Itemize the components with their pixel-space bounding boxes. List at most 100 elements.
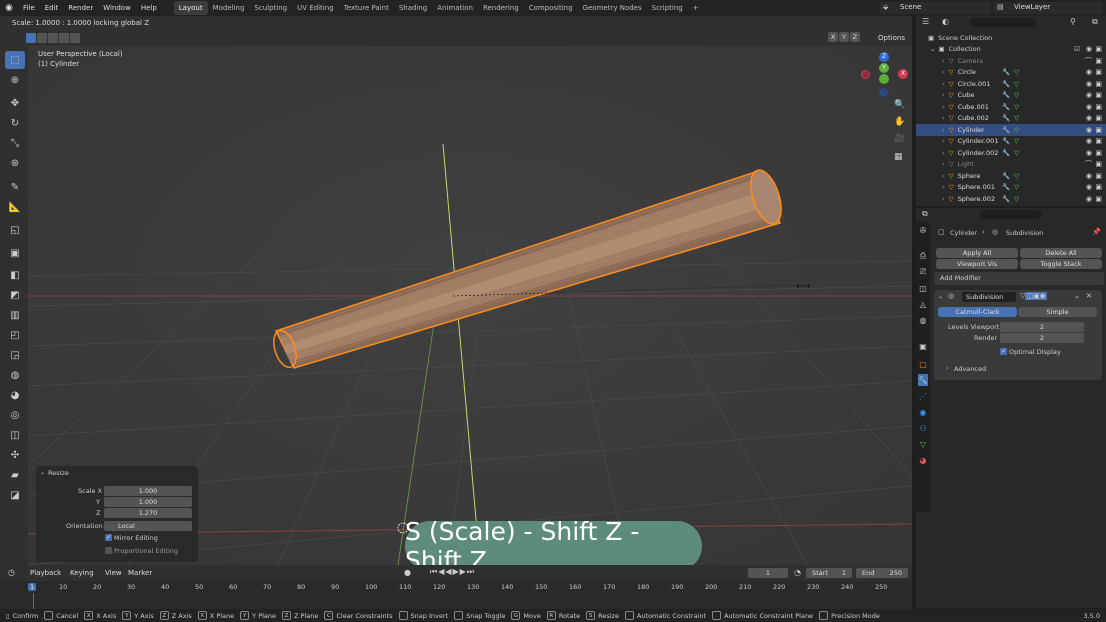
outliner-item[interactable]: › ▽ Cube.002 🔧 ▽ ◉ ▣: [916, 113, 1106, 125]
cursor-tool-icon[interactable]: ⊕: [5, 71, 25, 89]
loop-cut-tool-icon[interactable]: ▥: [5, 306, 25, 324]
outliner-item[interactable]: › ▽ Light ⌒ ▣: [916, 159, 1106, 171]
eye-icon[interactable]: ◉: [1086, 80, 1092, 88]
eye-icon[interactable]: ◉: [1086, 137, 1092, 145]
inset-tool-icon[interactable]: ◧: [5, 266, 25, 284]
outliner-item[interactable]: › ▽ Cylinder.001 🔧 ▽ ◉ ▣: [916, 136, 1106, 148]
modifier-icon[interactable]: 🔧: [1002, 114, 1010, 122]
ortho-grid-icon[interactable]: ▦: [894, 152, 903, 162]
scale-x-field[interactable]: 1.000: [104, 486, 192, 496]
mesh-data-icon[interactable]: ▽: [1014, 137, 1019, 145]
mesh-data-icon[interactable]: ▽: [1014, 114, 1019, 122]
gizmo-neg-x-icon[interactable]: [861, 70, 870, 79]
outliner-search-input[interactable]: [970, 18, 1036, 27]
particles-tab-icon[interactable]: ⋰: [918, 390, 928, 402]
constraints-tab-icon[interactable]: ⚇: [918, 422, 928, 434]
tab-sculpting[interactable]: Sculpting: [249, 1, 292, 15]
add-modifier-dropdown[interactable]: Add Modifier: [934, 272, 1104, 285]
mesh-data-icon[interactable]: ▽: [1014, 68, 1019, 76]
camera-icon[interactable]: ▣: [1095, 103, 1102, 111]
camera-icon[interactable]: ▣: [1095, 160, 1102, 168]
advanced-label[interactable]: Advanced: [954, 365, 986, 373]
modifier-icon[interactable]: 🔧: [1002, 103, 1010, 111]
frame-ruler[interactable]: 1 10 20 30 40 50 60 70 80 90 100 110 120 130 140 150 160…: [0, 581, 912, 609]
edge-slide-tool-icon[interactable]: ◎: [5, 406, 25, 424]
rip-tool-icon[interactable]: ▰: [5, 466, 25, 484]
record-button[interactable]: ●: [404, 568, 411, 577]
smooth-tool-icon[interactable]: ◕: [5, 386, 25, 404]
add-workspace-button[interactable]: +: [688, 1, 704, 15]
render-tab-icon[interactable]: ⎙: [918, 250, 928, 262]
tab-animation[interactable]: Animation: [432, 1, 478, 15]
camera-icon[interactable]: ▣: [1095, 126, 1102, 134]
toggle-stack-button[interactable]: Toggle Stack: [1020, 259, 1102, 269]
output-tab-icon[interactable]: ⎚: [918, 266, 928, 278]
properties-search-input[interactable]: [980, 210, 1042, 219]
tab-scripting[interactable]: Scripting: [647, 1, 688, 15]
mesh-data-icon[interactable]: ▽: [1014, 195, 1019, 203]
extrude-tool-icon[interactable]: ▣: [5, 244, 25, 262]
modifier-icon[interactable]: 🔧: [1002, 149, 1010, 157]
outliner-item[interactable]: › ▽ Circle.001 🔧 ▽ ◉ ▣: [916, 78, 1106, 90]
menu-edit[interactable]: Edit: [40, 0, 64, 16]
bevel-tool-icon[interactable]: ◩: [5, 286, 25, 304]
eye-icon[interactable]: ◉: [1086, 45, 1092, 53]
current-frame-field[interactable]: 1: [748, 568, 788, 578]
expand-icon[interactable]: ›: [942, 172, 945, 180]
modifier-tab-icon[interactable]: 🔧: [918, 374, 928, 386]
properties-editor-icon[interactable]: ⧉: [922, 209, 928, 219]
outliner-item[interactable]: › ▽ Cube.001 🔧 ▽ ◉ ▣: [916, 101, 1106, 113]
select-mode-buttons[interactable]: [26, 33, 80, 43]
collection-row[interactable]: ⌄ ▣ Collection ☑ ◉ ▣: [916, 43, 1106, 55]
menu-help[interactable]: Help: [136, 0, 162, 16]
camera-icon[interactable]: ▣: [1095, 137, 1102, 145]
end-frame-field[interactable]: End 250: [856, 568, 908, 578]
expand-icon[interactable]: ›: [942, 183, 945, 191]
modifier-icon[interactable]: 🔧: [1002, 137, 1010, 145]
outliner-item[interactable]: › ▽ Cylinder 🔧 ▽ ◉ ▣: [916, 124, 1106, 136]
tab-modeling[interactable]: Modeling: [208, 1, 250, 15]
eye-icon[interactable]: ◉: [1086, 172, 1092, 180]
eye-icon[interactable]: ◉: [1086, 91, 1092, 99]
tab-uv-editing[interactable]: UV Editing: [292, 1, 339, 15]
transform-tool-icon[interactable]: ⊛: [5, 154, 25, 172]
simple-button[interactable]: Simple: [1018, 307, 1097, 317]
mesh-data-icon[interactable]: ▽: [1014, 103, 1019, 111]
timeline-marker-menu[interactable]: Marker: [128, 569, 152, 577]
physics-tab-icon[interactable]: ◉: [918, 406, 928, 418]
modifier-menu-icon[interactable]: ⌄: [1074, 292, 1080, 300]
outliner-item[interactable]: › ▽ Sphere.001 🔧 ▽ ◉ ▣: [916, 182, 1106, 194]
outliner-display-mode-icon[interactable]: ◐: [942, 17, 949, 26]
material-tab-icon[interactable]: ◕: [918, 454, 928, 466]
camera-icon[interactable]: ▣: [1095, 45, 1102, 53]
mesh-data-icon[interactable]: ▽: [1014, 80, 1019, 88]
camera-view-icon[interactable]: 🎥: [894, 134, 905, 144]
collection-checkbox[interactable]: ☑: [1074, 45, 1080, 53]
expand-icon[interactable]: ›: [942, 149, 945, 157]
resize-collapse-icon[interactable]: ⌄: [40, 469, 45, 476]
mesh-data-icon[interactable]: ▽: [1014, 91, 1019, 99]
playhead-line[interactable]: [33, 593, 34, 609]
timeline-playback-menu[interactable]: Playback: [30, 569, 61, 577]
tab-rendering[interactable]: Rendering: [478, 1, 524, 15]
tool-tab-icon[interactable]: ✇: [918, 224, 928, 236]
gizmo-neg-z-icon[interactable]: [879, 88, 888, 97]
gizmo-x-icon[interactable]: X: [898, 69, 908, 79]
poly-build-tool-icon[interactable]: ◲: [5, 346, 25, 364]
axis-x-toggle[interactable]: X: [828, 32, 838, 42]
outliner-editor-icon[interactable]: ☰: [922, 17, 929, 26]
options-dropdown[interactable]: Options: [878, 34, 905, 42]
pan-hand-icon[interactable]: ✋: [894, 117, 905, 127]
modifier-close-icon[interactable]: ✕: [1086, 292, 1092, 300]
expand-icon[interactable]: ›: [942, 126, 945, 134]
data-tab-icon[interactable]: ▽: [918, 438, 928, 450]
outliner-item[interactable]: › ▽ Cube 🔧 ▽ ◉ ▣: [916, 90, 1106, 102]
expand-icon[interactable]: ›: [942, 195, 945, 203]
modifier-visibility-icons[interactable]: ▽◫▣◉: [1020, 292, 1047, 300]
spin-tool-icon[interactable]: ◍: [5, 366, 25, 384]
apply-all-button[interactable]: Apply All: [936, 248, 1018, 258]
scene-tab-icon[interactable]: ◬: [918, 298, 928, 310]
camera-icon[interactable]: ▣: [1095, 80, 1102, 88]
view-layer-tab-icon[interactable]: ◫: [918, 282, 928, 294]
collection-tab-icon[interactable]: ▣: [918, 340, 928, 352]
